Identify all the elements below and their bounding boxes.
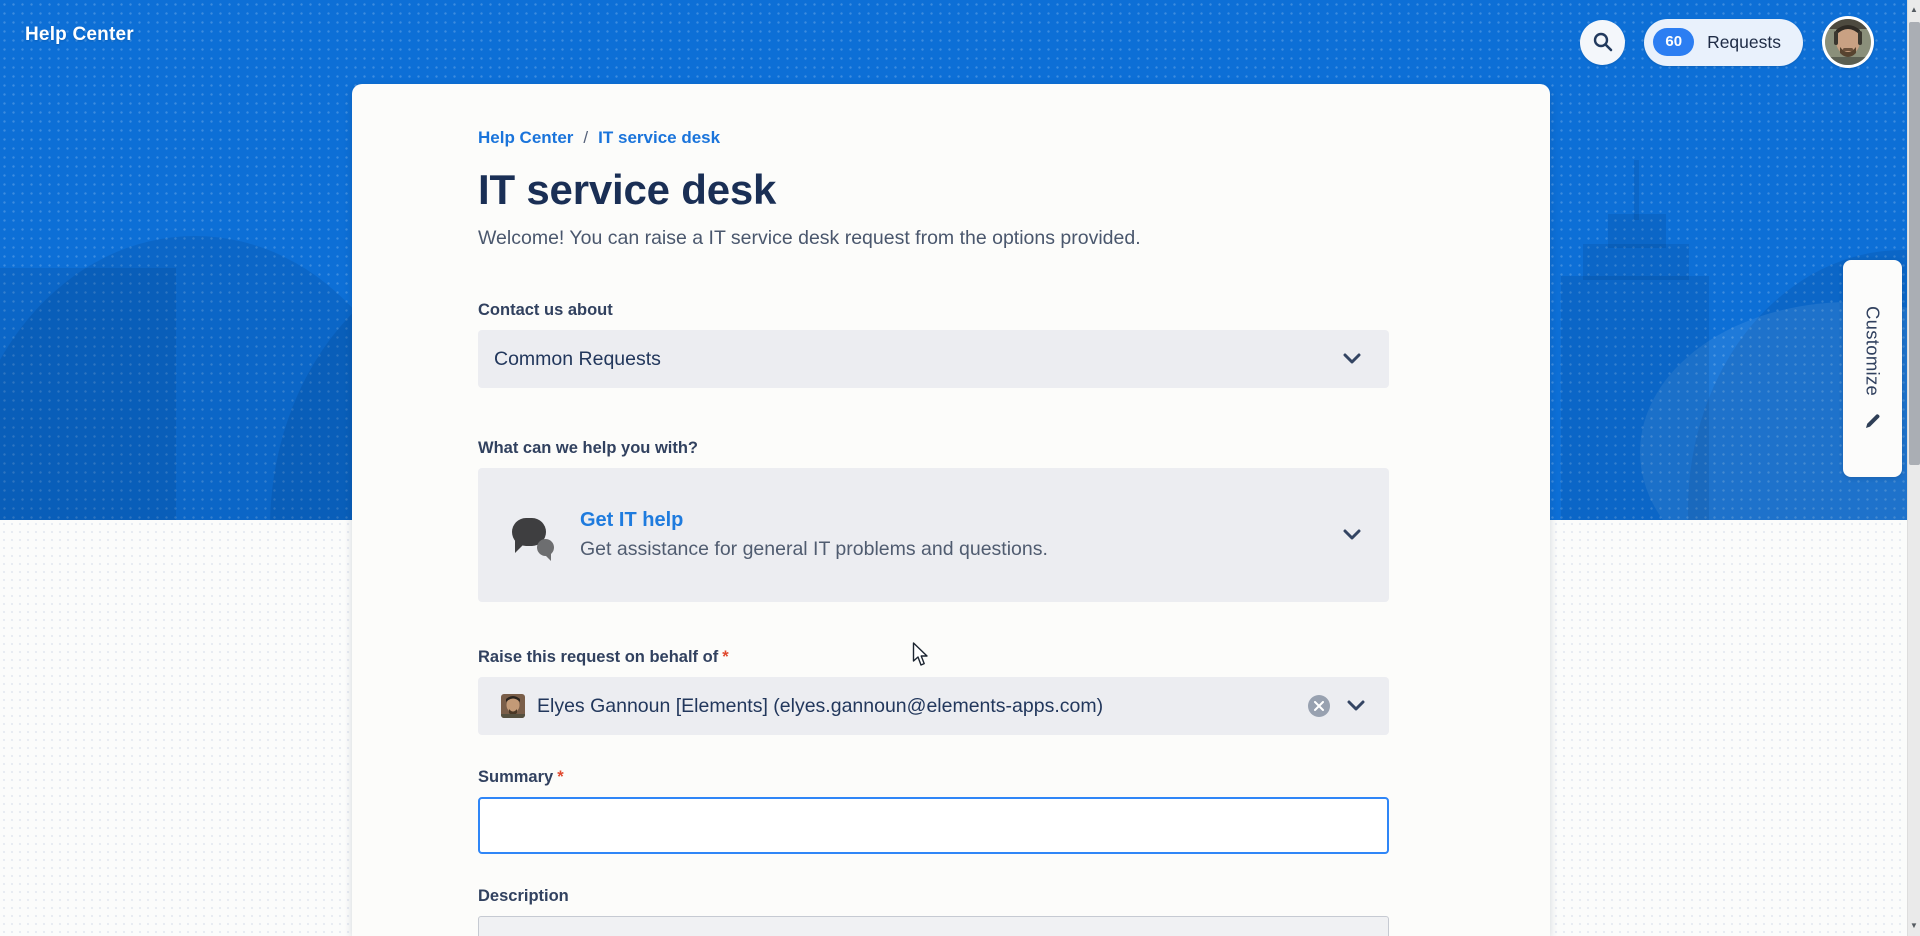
help-with-label: What can we help you with? [478,436,1389,460]
search-button[interactable] [1580,20,1625,65]
chevron-down-icon [1343,529,1361,541]
user-avatar-photo [1825,19,1871,65]
clear-icon[interactable] [1308,695,1330,717]
scrollbar-down-arrow[interactable]: ▼ [1908,918,1920,934]
contact-about-label: Contact us about [478,298,1389,322]
scrollbar-up-arrow[interactable]: ▲ [1908,2,1920,18]
portal-title: Help Center [25,24,134,46]
contact-about-value: Common Requests [494,348,661,371]
scrollbar[interactable]: ▲ ▼ [1907,0,1920,936]
city-silhouette-antenna [1634,160,1639,220]
topbar: Help Center 60 Requests [0,0,1920,86]
search-icon [1592,31,1614,53]
request-type-title: Get IT help [580,509,1048,532]
request-type-select[interactable]: Get IT help Get assistance for general I… [478,468,1389,602]
breadcrumb-help-center[interactable]: Help Center [478,128,573,147]
customize-tab-label: Customize [1862,306,1884,396]
behalf-label: Raise this request on behalf of* [478,645,1389,669]
requests-button-label: Requests [1707,32,1781,53]
breadcrumb-separator: / [583,128,588,147]
chevron-down-icon [1343,353,1361,365]
page-title: IT service desk [478,164,1389,216]
city-silhouette-tower-top [1608,214,1666,248]
behalf-user-avatar [501,694,525,718]
behalf-user-select[interactable]: Elyes Gannoun [Elements] (elyes.gannoun@… [478,677,1389,735]
breadcrumb: Help Center / IT service desk [478,126,1389,150]
pencil-icon [1863,411,1883,431]
behalf-user-value: Elyes Gannoun [Elements] (elyes.gannoun@… [537,695,1103,718]
description-label: Description [478,884,1389,908]
city-silhouette-tower-base [1561,276,1709,520]
required-asterisk: * [722,648,728,666]
topbar-actions: 60 Requests [1580,16,1874,68]
city-silhouette-tower-mid [1583,244,1689,280]
request-type-description: Get assistance for general IT problems a… [580,538,1048,561]
user-avatar[interactable] [1822,16,1874,68]
chat-bubbles-icon [512,518,552,552]
required-asterisk: * [557,768,563,786]
contact-about-select[interactable]: Common Requests [478,330,1389,388]
request-form-card: Help Center / IT service desk IT service d… [352,84,1550,936]
description-textarea[interactable] [478,916,1389,936]
request-type-option: Get IT help Get assistance for general I… [580,509,1048,561]
summary-label: Summary* [478,765,1389,789]
scrollbar-thumb[interactable] [1909,22,1920,465]
chevron-down-icon [1347,700,1365,712]
page-subtitle: Welcome! You can raise a IT service desk… [478,224,1389,252]
breadcrumb-it-service-desk[interactable]: IT service desk [598,128,720,147]
requests-button[interactable]: 60 Requests [1644,19,1803,66]
summary-input[interactable] [478,797,1389,854]
customize-tab[interactable]: Customize [1843,260,1902,477]
requests-count-badge: 60 [1653,28,1694,56]
